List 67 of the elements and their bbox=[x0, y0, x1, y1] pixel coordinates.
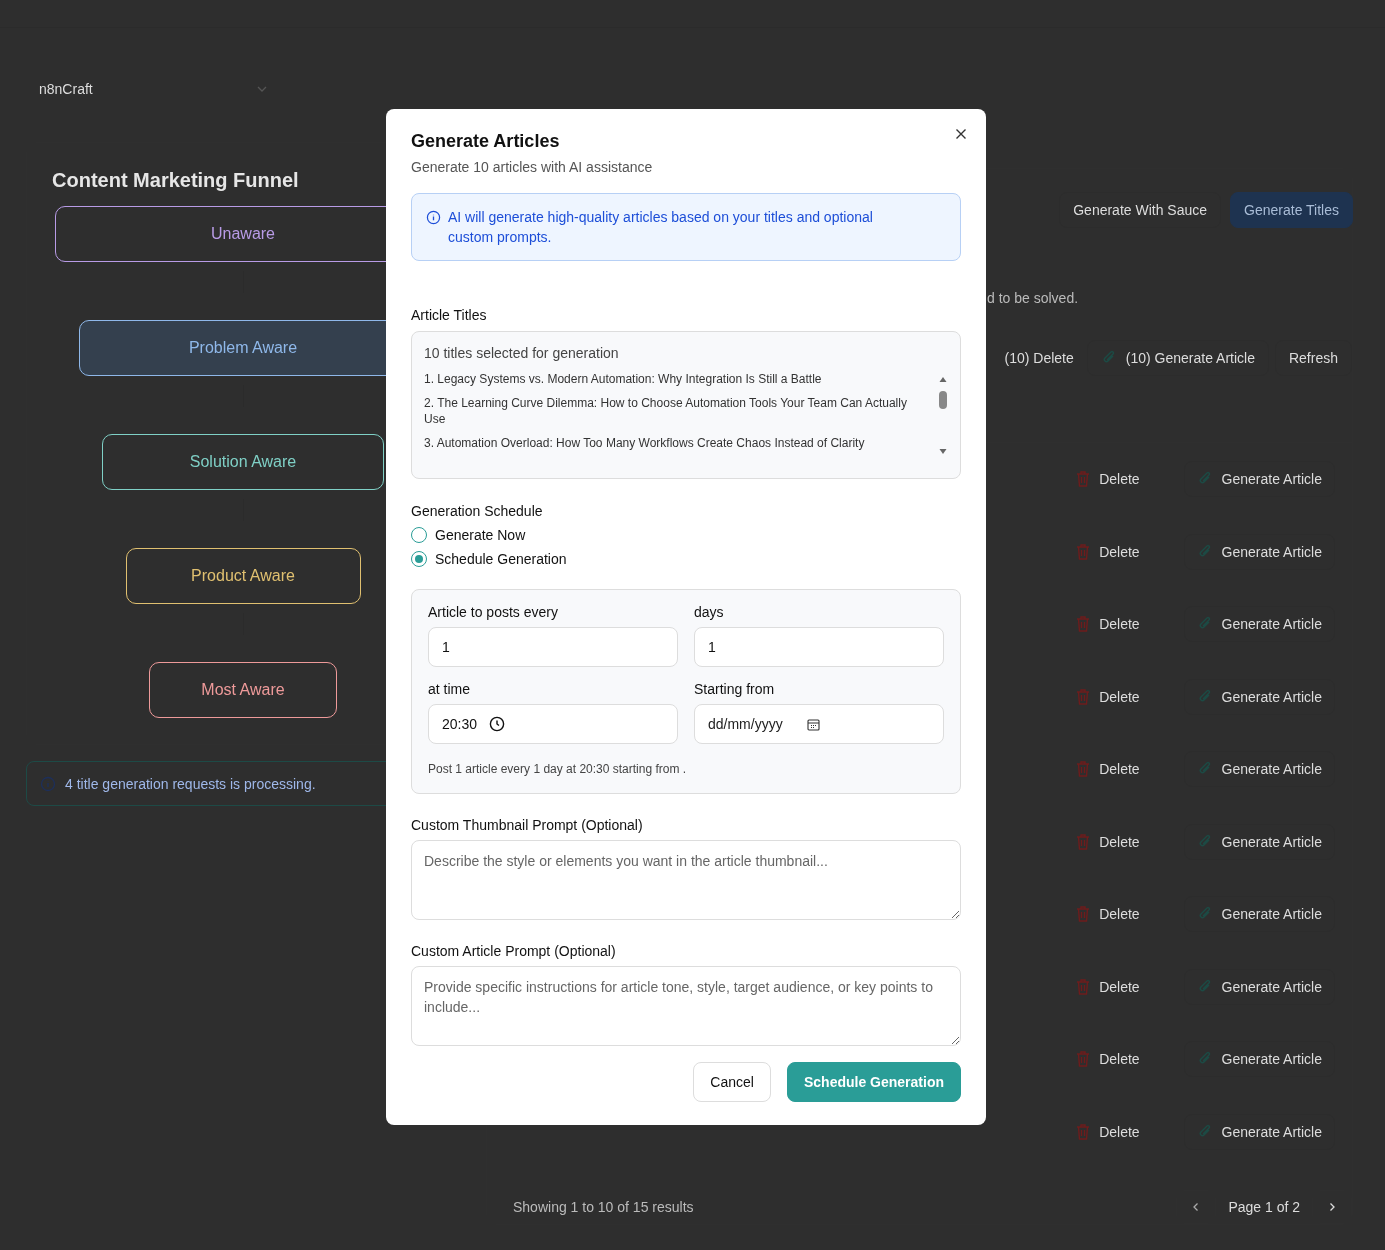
info-icon bbox=[426, 210, 441, 225]
info-text: AI will generate high-quality articles based on your titles and optional custom prompts. bbox=[448, 208, 874, 247]
funnel-stage[interactable]: Solution Aware bbox=[102, 434, 384, 490]
field-label: Article Titles bbox=[411, 307, 488, 323]
dialog-title: Generate Articles bbox=[411, 131, 561, 152]
cancel-button[interactable]: Cancel bbox=[693, 1062, 771, 1102]
delete-button[interactable]: Delete bbox=[1076, 543, 1140, 560]
chevron-right-icon bbox=[1327, 1202, 1337, 1212]
funnel-title: Content Marketing Funnel bbox=[52, 169, 299, 192]
prompt-textarea[interactable]: Describe the style or elements you want in the article thumbnail... bbox=[411, 840, 961, 920]
delete-button[interactable]: Delete bbox=[1076, 978, 1140, 995]
input-field[interactable]: 1 bbox=[428, 627, 678, 667]
prompt-textarea[interactable]: Provide specific instructions for article tone, style, target audience, or key points to include... bbox=[411, 966, 961, 1046]
trash-icon bbox=[1076, 471, 1091, 488]
delete-button[interactable]: Delete bbox=[1076, 1051, 1140, 1068]
delete-button[interactable]: Delete bbox=[1076, 1123, 1140, 1140]
delete-button[interactable]: Delete bbox=[1076, 906, 1140, 923]
generate-titles-button[interactable]: Generate Titles bbox=[1230, 192, 1353, 228]
title-item: 2. The Learning Curve Dilemma: How to Choose Automation Tools Your Team Can Actually Use bbox=[424, 395, 908, 427]
trash-icon bbox=[1076, 616, 1091, 633]
trash-icon bbox=[1076, 543, 1091, 560]
time-field[interactable]: 20:30 bbox=[428, 704, 678, 744]
trash-icon bbox=[1076, 1051, 1091, 1068]
trash-icon bbox=[1076, 688, 1091, 705]
page-indicator: Page 1 of 2 bbox=[1228, 1199, 1300, 1215]
funnel-stage[interactable]: Product Aware bbox=[125, 548, 361, 604]
info-icon bbox=[40, 775, 56, 792]
date-field[interactable]: dd/mm/yyyy bbox=[694, 704, 944, 744]
paperclip-icon bbox=[1196, 688, 1213, 705]
paperclip-icon bbox=[1196, 543, 1213, 560]
results-summary: Showing 1 to 10 of 15 results bbox=[513, 1199, 694, 1215]
paperclip-icon bbox=[1196, 1123, 1213, 1140]
field-label: days bbox=[694, 604, 725, 620]
titles-count: 10 titles selected for generation bbox=[424, 345, 620, 361]
field-label: Custom Article Prompt (Optional) bbox=[411, 943, 617, 959]
field-label: Starting from bbox=[694, 681, 776, 697]
delete-button[interactable]: Delete bbox=[1076, 833, 1140, 850]
dialog-subtitle: Generate 10 articles with AI assistance bbox=[411, 159, 654, 175]
trash-icon bbox=[1076, 833, 1091, 850]
field-label: at time bbox=[428, 681, 471, 697]
trash-icon bbox=[1076, 906, 1091, 923]
input-field[interactable]: 1 bbox=[694, 627, 944, 667]
close-icon[interactable] bbox=[955, 128, 967, 140]
paperclip-icon bbox=[1100, 350, 1117, 366]
description-text: d to be solved. bbox=[987, 290, 1079, 306]
field-label: Generation Schedule bbox=[411, 503, 544, 519]
trash-icon bbox=[1076, 761, 1091, 778]
calendar-icon bbox=[806, 717, 820, 731]
title-item: 1. Legacy Systems vs. Modern Automation: Why Integration Is Still a Battle bbox=[424, 371, 823, 387]
radio-label[interactable]: Schedule Generation bbox=[435, 551, 567, 567]
delete-button[interactable]: Delete bbox=[1076, 616, 1140, 633]
delete-button[interactable]: Delete bbox=[1076, 471, 1140, 488]
trash-icon bbox=[1076, 1123, 1091, 1140]
delete-button[interactable]: Delete bbox=[1076, 761, 1140, 778]
field-label: Custom Thumbnail Prompt (Optional) bbox=[411, 817, 644, 833]
funnel-stage[interactable]: Most Aware bbox=[149, 662, 337, 718]
field-label: Article to posts every bbox=[428, 604, 559, 620]
schedule-summary: Post 1 article every 1 day at 20:30 starting from . bbox=[428, 762, 688, 776]
delete-button[interactable]: Delete bbox=[1076, 688, 1140, 705]
clock-icon bbox=[489, 716, 506, 732]
title-item: 3. Automation Overload: How Too Many Workflows Create Chaos Instead of Clarity bbox=[424, 435, 866, 451]
notice-text: 4 title generation requests is processing. bbox=[65, 775, 316, 792]
bulk-delete-button[interactable]: (10) Delete bbox=[997, 340, 1081, 376]
paperclip-icon bbox=[1196, 833, 1213, 850]
paperclip-icon bbox=[1196, 978, 1213, 995]
trash-icon bbox=[1076, 978, 1091, 995]
radio-label[interactable]: Generate Now bbox=[435, 527, 526, 543]
